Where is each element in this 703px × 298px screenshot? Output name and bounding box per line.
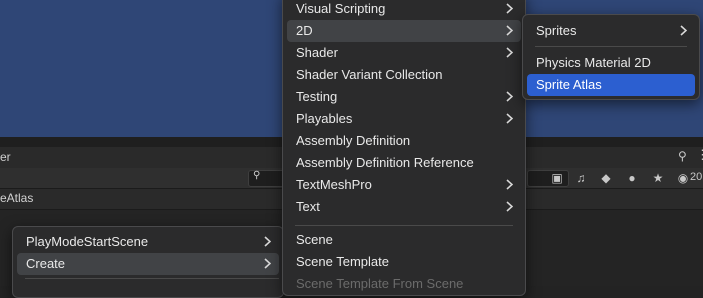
create-item-visual-scripting[interactable]: Visual Scripting — [287, 0, 521, 20]
menu-item-label: Scene Template From Scene — [296, 276, 464, 291]
create-item-assembly-definition-reference[interactable]: Assembly Definition Reference — [287, 152, 521, 174]
2d-item-sprite-atlas[interactable]: Sprite Atlas — [527, 74, 695, 96]
context-item-playmode-start-scene[interactable]: PlayModeStartScene — [17, 231, 279, 253]
menu-item-label: 2D — [296, 23, 313, 38]
menu-item-label: Assembly Definition Reference — [296, 155, 474, 170]
menu-item-label: PlayModeStartScene — [26, 234, 149, 249]
menu-item-label: Create — [26, 256, 66, 271]
more-menu-icon[interactable]: ⋮ — [696, 147, 703, 163]
chevron-right-icon — [503, 42, 515, 58]
favorite-star-icon[interactable]: ★ — [649, 169, 667, 187]
menu-item-label: Visual Scripting — [296, 1, 386, 16]
create-item-2d[interactable]: 2D — [287, 20, 521, 42]
create-item-shader-variant-collection[interactable]: Shader Variant Collection — [287, 64, 521, 86]
chevron-right-icon — [503, 0, 515, 14]
create-submenu: Visual Scripting 2D Shader Shader Varian… — [282, 0, 526, 296]
context-item-create[interactable]: Create — [17, 253, 279, 275]
create-item-textmeshpro[interactable]: TextMeshPro — [287, 174, 521, 196]
create-item-testing[interactable]: Testing — [287, 86, 521, 108]
menu-item-label: Playables — [296, 111, 353, 126]
chevron-right-icon — [503, 108, 515, 124]
chevron-right-icon — [503, 174, 515, 190]
menu-item-label: Physics Material 2D — [536, 55, 651, 70]
lock-icon[interactable]: ⚲ — [678, 149, 687, 163]
label-filter-icon[interactable]: ◆ — [597, 169, 615, 187]
create-item-scene-template[interactable]: Scene Template — [287, 251, 521, 273]
panel-tab-title[interactable]: er — [0, 150, 11, 164]
menu-item-label: Assembly Definition — [296, 133, 411, 148]
create-item-assembly-definition[interactable]: Assembly Definition — [287, 130, 521, 152]
menu-item-label: Sprites — [536, 23, 577, 38]
chevron-right-icon — [261, 253, 273, 269]
2d-submenu: Sprites Physics Material 2D Sprite Atlas — [522, 14, 700, 100]
project-context-menu: PlayModeStartScene Create — [12, 226, 284, 298]
menu-separator — [295, 225, 513, 226]
chevron-right-icon — [503, 196, 515, 212]
2d-item-sprites[interactable]: Sprites — [527, 20, 695, 42]
menu-item-label: Testing — [296, 89, 338, 104]
search-icon: ⚲ — [253, 170, 261, 181]
menu-item-label: Scene Template — [296, 254, 389, 269]
create-item-shader[interactable]: Shader — [287, 42, 521, 64]
chevron-right-icon — [261, 231, 273, 247]
menu-item-label: Scene — [296, 232, 333, 247]
menu-separator — [535, 46, 687, 47]
create-item-playables[interactable]: Playables — [287, 108, 521, 130]
menu-item-label: Text — [296, 199, 320, 214]
menu-separator — [25, 278, 279, 279]
menu-item-label: Shader — [296, 45, 338, 60]
error-filter-icon[interactable]: ● — [623, 169, 641, 187]
chevron-right-icon — [503, 20, 515, 36]
breadcrumb-folder[interactable]: eAtlas — [0, 191, 33, 205]
create-item-scene[interactable]: Scene — [287, 229, 521, 251]
audio-filter-icon[interactable]: ♫ — [572, 169, 590, 187]
menu-item-label: Shader Variant Collection — [296, 67, 443, 82]
menu-item-label: TextMeshPro — [296, 177, 372, 192]
chevron-right-icon — [503, 86, 515, 102]
hidden-packages-count: 20 — [690, 171, 703, 183]
create-item-scene-template-from-scene[interactable]: Scene Template From Scene — [287, 273, 521, 295]
chevron-right-icon — [677, 20, 689, 36]
menu-item-label: Sprite Atlas — [536, 77, 602, 92]
2d-item-physics-material-2d[interactable]: Physics Material 2D — [527, 52, 695, 74]
create-item-text[interactable]: Text — [287, 196, 521, 218]
asset-type-filter-icon[interactable]: ▣ — [548, 169, 566, 187]
